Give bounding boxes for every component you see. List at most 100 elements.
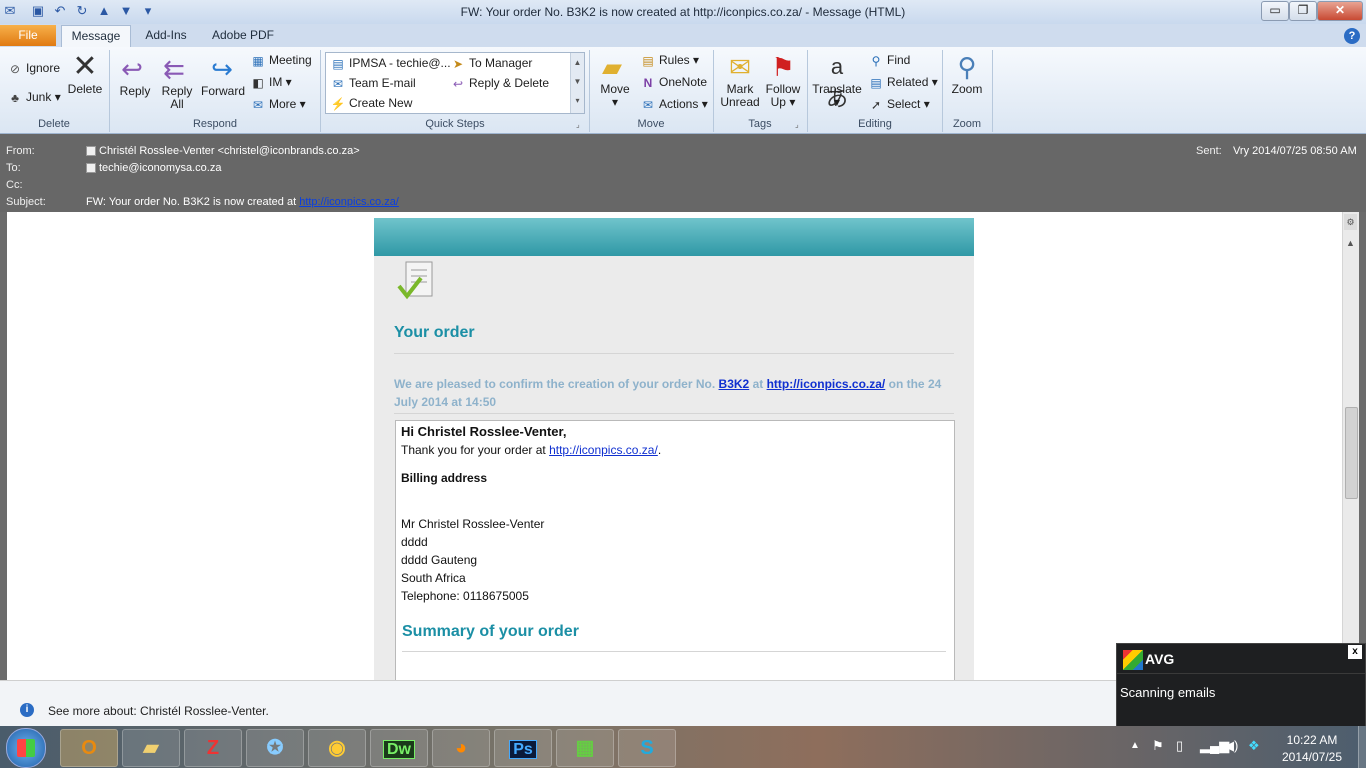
zoom-button[interactable]: ⚲ Zoom — [948, 51, 986, 96]
taskbar-skype[interactable]: S — [618, 729, 676, 767]
folder-move-icon: ▰ — [602, 52, 622, 82]
sent-value: Vry 2014/07/25 08:50 AM — [1233, 145, 1357, 157]
see-more-about[interactable]: See more about: Christél Rosslee-Venter. — [48, 704, 269, 718]
taskbar-filezilla[interactable]: Z — [184, 729, 242, 767]
help-icon[interactable]: ? — [1344, 28, 1360, 44]
actions-button[interactable]: ✉ Actions ▾ — [640, 95, 708, 113]
avg-close-button[interactable]: x — [1348, 645, 1362, 659]
more-respond-button[interactable]: ✉ More ▾ — [250, 95, 306, 113]
safari-icon: ✪ — [266, 737, 284, 759]
to-value[interactable]: techie@iconomysa.co.za — [86, 162, 221, 174]
binoculars-icon: ⚲ — [871, 53, 881, 68]
tab-adobe-pdf[interactable]: Adobe PDF — [206, 25, 280, 46]
follow-up-button[interactable]: ⚑ Follow Up ▾ — [764, 51, 802, 109]
show-desktop-button[interactable] — [1358, 726, 1366, 768]
filezilla-icon: Z — [206, 737, 220, 759]
find-button[interactable]: ⚲ Find — [868, 51, 911, 69]
scroll-settings-icon[interactable]: ⚙ — [1344, 214, 1357, 230]
dropbox-icon[interactable]: ❖ — [1248, 738, 1260, 754]
chrome-icon: ◉ — [328, 737, 346, 759]
maximize-button[interactable]: ❐ — [1289, 1, 1317, 21]
scroll-up-icon[interactable]: ▲ — [1344, 236, 1357, 250]
move-button[interactable]: ▰ Move ▾ — [596, 51, 634, 109]
skype-icon: S — [640, 737, 654, 759]
quick-step-to-manager[interactable]: ➤ To Manager — [450, 54, 532, 72]
quick-step-create-new[interactable]: ⚡ Create New — [330, 94, 413, 112]
delete-button[interactable]: ✕ Delete — [66, 51, 104, 96]
volume-icon[interactable]: ◀) — [1224, 738, 1238, 754]
scroll-thumb[interactable] — [1345, 407, 1358, 499]
dialog-launcher-icon[interactable]: ⌟ — [795, 120, 799, 129]
order-number-link[interactable]: B3K2 — [719, 377, 750, 391]
windows-logo-icon — [17, 739, 35, 757]
group-label-editing: Editing — [858, 118, 892, 130]
cursor-icon: ➚ — [870, 97, 882, 112]
related-icon: ▤ — [870, 75, 882, 90]
forward-button[interactable]: ↪ Forward — [200, 53, 246, 98]
rules-button[interactable]: ▤ Rules ▾ — [640, 51, 699, 69]
taskbar-safari[interactable]: ✪ — [246, 729, 304, 767]
ribbon: ⊘ Ignore ♣ Junk ▾ ✕ Delete Delete ↩ Reply … — [0, 47, 1366, 134]
quick-step-ipmsa[interactable]: ▤ IPMSA - techie@... — [330, 54, 452, 72]
taskbar-chrome[interactable]: ◉ — [308, 729, 366, 767]
group-label-delete: Delete — [38, 118, 70, 130]
junk-button[interactable]: ♣ Junk ▾ — [7, 88, 61, 106]
from-value[interactable]: Christél Rosslee-Venter <christel@iconbr… — [86, 145, 360, 157]
divider — [394, 413, 954, 414]
dreamweaver-icon: Dw — [383, 740, 415, 759]
folder-icon: ▰ — [143, 737, 159, 759]
window-title: FW: Your order No. B3K2 is now created a… — [460, 5, 906, 19]
related-button[interactable]: ▤ Related ▾ — [868, 73, 937, 91]
clock-time[interactable]: 10:22 AM — [1272, 733, 1352, 747]
clock-date[interactable]: 2014/07/25 — [1272, 750, 1352, 764]
ignore-button[interactable]: ⊘ Ignore — [7, 59, 60, 77]
cc-label: Cc: — [6, 179, 23, 191]
forward-icon: ↪ — [211, 54, 233, 84]
tab-add-ins[interactable]: Add-Ins — [138, 25, 194, 46]
minimize-button[interactable]: ▭ — [1261, 1, 1289, 21]
taskbar-dreamweaver[interactable]: Dw — [370, 729, 428, 767]
thanks-text: Thank you for your order at http://iconp… — [401, 443, 662, 457]
taskbar-excel[interactable]: ▦ — [556, 729, 614, 767]
onenote-icon: N — [643, 75, 653, 90]
ribbon-separator — [320, 50, 321, 132]
taskbar-outlook[interactable]: O — [60, 729, 118, 767]
lightning-icon: ⚡ — [330, 96, 346, 111]
devices-icon[interactable]: ▯ — [1176, 738, 1183, 754]
tab-message[interactable]: Message — [61, 25, 131, 47]
im-button[interactable]: ◧ IM ▾ — [250, 73, 291, 91]
ignore-icon: ⊘ — [9, 61, 21, 76]
group-label-move: Move — [637, 118, 665, 130]
show-hidden-icons[interactable]: ▲ — [1130, 740, 1140, 751]
taskbar-photoshop[interactable]: Ps — [494, 729, 552, 767]
meeting-button[interactable]: ▦ Meeting — [250, 51, 311, 69]
delete-x-icon: ✕ — [72, 50, 98, 83]
translate-button[interactable]: aあ Translate ▾ — [812, 51, 862, 111]
avg-brand: AVG — [1145, 651, 1175, 667]
reply-button[interactable]: ↩ Reply — [116, 53, 154, 98]
reply-all-button[interactable]: ⇇ Reply All — [158, 53, 196, 111]
taskbar-firefox[interactable]: ◕ — [432, 729, 490, 767]
dialog-launcher-icon[interactable]: ⌟ — [576, 120, 580, 129]
thanks-link[interactable]: http://iconpics.co.za/ — [549, 443, 658, 457]
onenote-button[interactable]: N OneNote — [640, 73, 707, 91]
quick-step-reply-delete[interactable]: ↩ Reply & Delete — [450, 74, 549, 92]
shop-link[interactable]: http://iconpics.co.za/ — [767, 377, 886, 391]
tab-file[interactable]: File — [0, 25, 56, 46]
reply-delete-icon: ↩ — [452, 76, 464, 91]
close-button[interactable]: ✕ — [1317, 1, 1363, 21]
select-button[interactable]: ➚ Select ▾ — [868, 95, 930, 113]
quick-steps-scroll[interactable]: ▲ ▼ ▾ — [570, 53, 584, 113]
start-button[interactable] — [6, 728, 46, 768]
more-icon: ✉ — [252, 97, 264, 112]
address-line: dddd Gauteng — [401, 553, 478, 567]
action-center-flag-icon[interactable]: ⚑ — [1152, 738, 1164, 754]
vertical-scrollbar[interactable]: ⚙ ▲ — [1342, 212, 1359, 680]
ribbon-separator — [992, 50, 993, 132]
mark-unread-button[interactable]: ✉ Mark Unread — [720, 51, 760, 109]
quick-step-team-email[interactable]: ✉ Team E-mail — [330, 74, 416, 92]
reply-all-icon: ⇇ — [163, 54, 185, 84]
taskbar-explorer[interactable]: ▰ — [122, 729, 180, 767]
document-check-icon — [396, 260, 440, 304]
subject-link[interactable]: http://iconpics.co.za/ — [299, 196, 399, 208]
